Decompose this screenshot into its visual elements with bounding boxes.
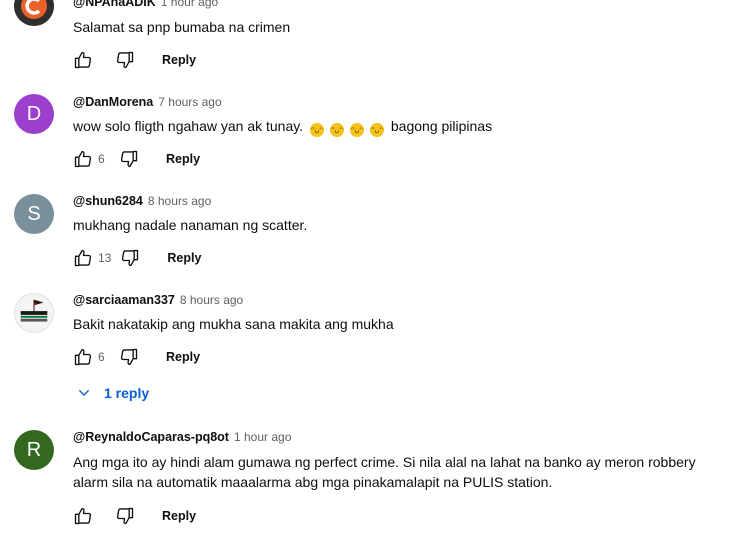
thumbs-up-icon	[74, 150, 92, 168]
comment-text: mukhang nadale nanaman ng scatter.	[73, 217, 308, 233]
comment-timestamp[interactable]: 7 hours ago	[158, 95, 221, 109]
comment-text-part: bagong pilipinas	[390, 118, 493, 134]
comment-timestamp[interactable]: 8 hours ago	[148, 194, 211, 208]
like-count: 6	[98, 350, 105, 364]
comment-actions: 13 Reply	[72, 247, 201, 269]
thumbs-down-icon	[120, 150, 138, 168]
comment-text-part: wow solo fligth ngahaw yan ak tunay.	[73, 118, 304, 134]
avatar[interactable]: S	[14, 194, 54, 234]
comment-text: wow solo fligth ngahaw yan ak tunay. ᵔᴗᵔ…	[73, 116, 743, 137]
reply-button[interactable]: Reply	[162, 53, 196, 67]
comment-header: @ReynaldoCaparas-pq8ot 1 hour ago	[73, 430, 291, 446]
comment-text: Ang mga ito ay hindi alam gumawa ng perf…	[73, 452, 743, 492]
laughing-emoji-icon: ᵔᴗᵔ	[350, 123, 364, 137]
like-button[interactable]	[72, 346, 94, 368]
reply-button[interactable]: Reply	[166, 350, 200, 364]
dislike-button[interactable]	[118, 346, 140, 368]
comment-text: Salamat sa pnp bumaba na crimen	[73, 19, 291, 35]
like-count: 13	[98, 251, 112, 265]
dislike-button[interactable]	[114, 505, 136, 527]
dislike-button[interactable]	[119, 247, 141, 269]
chevron-down-icon	[78, 389, 90, 396]
comment-header: @DanMorena 7 hours ago	[73, 95, 222, 111]
like-button[interactable]	[72, 148, 94, 170]
thumbs-up-icon	[74, 348, 92, 366]
like-button[interactable]	[72, 49, 94, 71]
comment-header: @NPAnaADIK 1 hour ago	[73, 0, 218, 11]
avatar-letter: S	[27, 202, 41, 225]
comment-text-line: Ang mga ito ay hindi alam gumawa ng perf…	[73, 454, 696, 470]
comment-text-line: alarm sila na automatik maaalarma abg mg…	[73, 474, 553, 490]
comment-text: Bakit nakatakip ang mukha sana makita an…	[73, 316, 394, 332]
thumbs-up-icon	[74, 51, 92, 69]
like-button[interactable]	[72, 505, 94, 527]
reply-button[interactable]: Reply	[167, 251, 201, 265]
like-count: 6	[98, 152, 105, 166]
comment-actions: Reply	[72, 49, 196, 71]
avatar-letter: D	[26, 102, 42, 125]
dislike-button[interactable]	[118, 148, 140, 170]
author-handle[interactable]: @shun6284	[73, 194, 143, 208]
comment-actions: Reply	[72, 505, 196, 527]
reply-button[interactable]: Reply	[162, 509, 196, 523]
comment-actions: 6 Reply	[72, 346, 200, 368]
reply-button[interactable]: Reply	[166, 152, 200, 166]
thumbs-down-icon	[116, 507, 134, 525]
thumbs-up-icon	[74, 249, 92, 267]
avatar[interactable]	[14, 0, 54, 26]
like-button[interactable]	[72, 247, 94, 269]
avatar[interactable]: D	[14, 94, 54, 134]
comment-actions: 6 Reply	[72, 148, 200, 170]
author-handle[interactable]: @DanMorena	[73, 95, 153, 109]
author-handle[interactable]: @NPAnaADIK	[73, 0, 156, 9]
avatar[interactable]	[14, 293, 54, 333]
thumbs-down-icon	[116, 51, 134, 69]
thumbs-down-icon	[122, 249, 139, 267]
comment-timestamp[interactable]: 1 hour ago	[161, 0, 218, 9]
laughing-emoji-icon: ᵔᴗᵔ	[330, 123, 344, 137]
thumbs-down-icon	[120, 348, 138, 366]
comment-header: @sarciaaman337 8 hours ago	[73, 293, 243, 309]
palestine-flag-icon	[15, 294, 53, 332]
show-replies-button[interactable]: 1 reply	[76, 382, 149, 404]
replies-count-label: 1 reply	[104, 385, 150, 401]
avatar[interactable]: R	[14, 430, 54, 470]
comment-header: @shun6284 8 hours ago	[73, 194, 211, 210]
laughing-emoji-icon: ᵔᴗᵔ	[370, 123, 384, 137]
thumbs-up-icon	[74, 507, 92, 525]
laughing-emoji-icon: ᵔᴗᵔ	[310, 123, 324, 137]
dislike-button[interactable]	[114, 49, 136, 71]
avatar-logo-icon	[14, 0, 54, 26]
comment-timestamp[interactable]: 1 hour ago	[234, 430, 291, 444]
author-handle[interactable]: @ReynaldoCaparas-pq8ot	[73, 430, 229, 444]
avatar-letter: R	[26, 438, 42, 461]
author-handle[interactable]: @sarciaaman337	[73, 293, 175, 307]
comment-timestamp[interactable]: 8 hours ago	[180, 293, 243, 307]
